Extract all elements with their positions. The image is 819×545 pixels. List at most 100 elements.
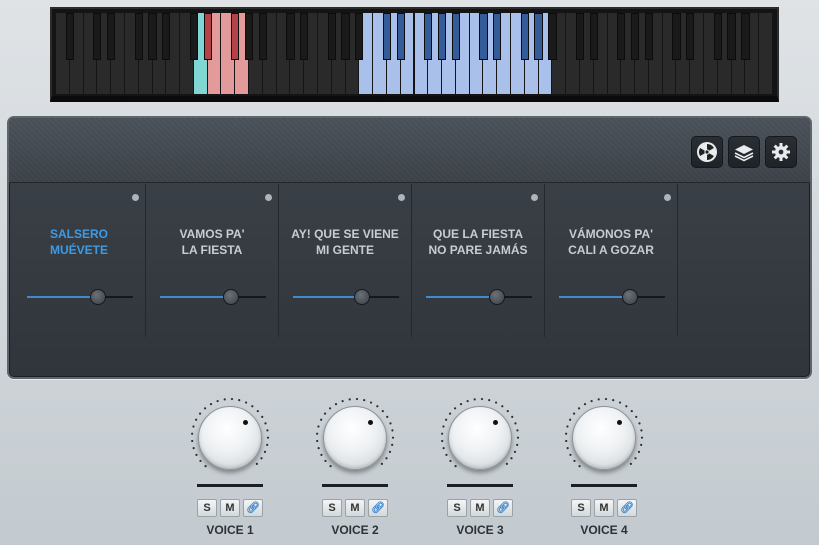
layers-icon — [734, 145, 754, 162]
black-key[interactable] — [575, 13, 585, 60]
knob-tick — [191, 432, 194, 435]
black-key[interactable] — [741, 13, 750, 60]
settings-button[interactable] — [765, 136, 797, 168]
slot-led — [664, 194, 671, 201]
mute-button[interactable]: M — [345, 499, 365, 517]
solo-button[interactable]: S — [447, 499, 467, 517]
black-key[interactable] — [244, 13, 254, 60]
slider-thumb[interactable] — [353, 289, 370, 305]
keyboard-keys[interactable] — [56, 13, 773, 94]
mute-button[interactable]: M — [470, 499, 490, 517]
black-key[interactable] — [686, 13, 695, 60]
black-key[interactable] — [300, 13, 309, 60]
black-key[interactable] — [727, 13, 736, 60]
black-key[interactable] — [382, 13, 392, 60]
slot-3[interactable]: AY! QUE SE VIENE MI GENTE — [279, 184, 412, 337]
knob-indicator — [493, 419, 499, 425]
knob-tick — [565, 432, 568, 435]
black-key[interactable] — [534, 13, 543, 60]
slot-5[interactable]: VÁMONOS PA' CALI A GOZAR — [545, 184, 678, 337]
slot-slider[interactable] — [160, 289, 266, 305]
black-key[interactable] — [355, 13, 364, 60]
slider-thumb[interactable] — [89, 289, 106, 305]
black-key[interactable] — [589, 13, 598, 60]
radiation-button[interactable] — [691, 136, 723, 168]
layers-button[interactable] — [728, 136, 760, 168]
slider-thumb[interactable] — [222, 289, 239, 305]
black-key[interactable] — [451, 13, 460, 60]
slot-2[interactable]: VAMOS PA' LA FIESTA — [146, 184, 279, 337]
black-key[interactable] — [134, 13, 143, 60]
knob-tick — [204, 465, 207, 468]
mute-button[interactable]: M — [594, 499, 614, 517]
knob-tick — [566, 447, 569, 450]
slot-slider[interactable] — [293, 289, 399, 305]
black-key[interactable] — [93, 13, 102, 60]
voice-volume-knob[interactable] — [198, 406, 262, 470]
slot-slider[interactable] — [426, 289, 532, 305]
slider-thumb[interactable] — [621, 289, 638, 305]
black-key[interactable] — [286, 13, 295, 60]
solo-button[interactable]: S — [571, 499, 591, 517]
slot-title: VÁMONOS PA' CALI A GOZAR — [568, 227, 654, 257]
black-key[interactable] — [437, 13, 447, 60]
knob-tick — [473, 398, 476, 401]
link-button[interactable]: 🔗︎ — [243, 499, 263, 517]
knob-tick — [389, 422, 392, 425]
black-key[interactable] — [672, 13, 681, 60]
solo-button[interactable]: S — [322, 499, 342, 517]
slider-thumb[interactable] — [488, 289, 505, 305]
link-button[interactable]: 🔗︎ — [368, 499, 388, 517]
black-key[interactable] — [520, 13, 529, 60]
black-key[interactable] — [341, 13, 350, 60]
link-button[interactable]: 🔗︎ — [493, 499, 513, 517]
voice-volume-knob[interactable] — [572, 406, 636, 470]
knob-tick — [511, 415, 514, 418]
slot-slider[interactable] — [559, 289, 665, 305]
white-key[interactable] — [759, 13, 773, 94]
slot-1[interactable]: SALSERO MUÉVETE — [13, 184, 146, 337]
knob-tick — [191, 439, 194, 443]
voice-volume-knob[interactable] — [323, 406, 387, 470]
link-button[interactable]: 🔗︎ — [617, 499, 637, 517]
slot-slider[interactable] — [27, 289, 133, 305]
black-key[interactable] — [107, 13, 116, 60]
slot-row: SALSERO MUÉVETE VAMOS PA' LA FIESTA AY! … — [13, 184, 806, 337]
solo-button[interactable]: S — [197, 499, 217, 517]
knob-tick — [260, 457, 263, 460]
knob-tick — [441, 432, 444, 435]
black-key[interactable] — [189, 13, 198, 60]
black-key[interactable] — [713, 13, 722, 60]
mute-button[interactable]: M — [220, 499, 240, 517]
knob-tick — [317, 425, 320, 428]
piano-keyboard[interactable] — [50, 7, 779, 102]
black-key[interactable] — [548, 13, 557, 60]
voice-volume-knob[interactable] — [448, 406, 512, 470]
knob-indicator — [617, 419, 623, 425]
black-key[interactable] — [424, 13, 433, 60]
black-key[interactable] — [396, 13, 405, 60]
knob-tick — [266, 429, 269, 432]
black-key[interactable] — [493, 13, 502, 60]
radiation-icon — [697, 142, 717, 162]
black-key[interactable] — [479, 13, 488, 60]
link-icon: 🔗︎ — [620, 502, 634, 514]
black-key[interactable] — [258, 13, 267, 60]
black-key[interactable] — [203, 13, 212, 60]
knob-tick — [573, 459, 576, 463]
knob-tick — [516, 443, 519, 447]
knob-tick — [604, 397, 608, 401]
knob-tick — [566, 425, 569, 428]
black-key[interactable] — [148, 13, 157, 60]
knob-tick — [514, 422, 517, 425]
black-key[interactable] — [65, 13, 74, 60]
black-key[interactable] — [231, 13, 240, 60]
black-key[interactable] — [617, 13, 626, 60]
black-key[interactable] — [644, 13, 654, 60]
patch-panel: SALSERO MUÉVETE VAMOS PA' LA FIESTA AY! … — [7, 116, 812, 379]
black-key[interactable] — [630, 13, 640, 60]
slot-4[interactable]: QUE LA FIESTA NO PARE JAMÁS — [412, 184, 545, 337]
knob-tick — [385, 457, 388, 460]
black-key[interactable] — [162, 13, 171, 60]
black-key[interactable] — [327, 13, 336, 60]
